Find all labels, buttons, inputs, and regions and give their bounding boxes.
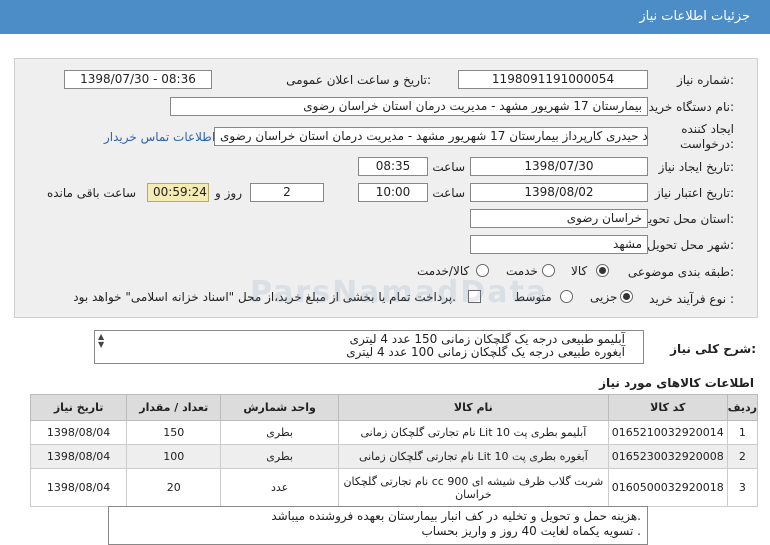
delivery-city-field: مشهد — [470, 235, 648, 254]
announce-datetime-label: تاریخ و ساعت اعلان عمومی: — [286, 73, 431, 87]
category-goods-service-label: کالا/خدمت — [417, 264, 470, 278]
cell-need-date: 1398/08/04 — [29, 468, 128, 507]
table-header-row: ردیف کد کالا نام کالا واحد شمارش تعداد /… — [29, 394, 759, 421]
scroll-arrows-icon[interactable]: ▲ ▼ — [98, 333, 104, 349]
cell-item-name: شربت گلاب ظرف شیشه ای 900 cc نام تجارتی … — [337, 468, 609, 507]
cell-item-code: 0165230032920008 — [607, 444, 728, 469]
requester-label-1: ایجاد کننده — [681, 122, 734, 136]
cell-row-number: 2 — [726, 444, 759, 469]
requester-label-2: درخواست: — [680, 137, 734, 151]
treasury-payment-note: پرداخت تمام یا بخشی از مبلغ خرید،از محل … — [73, 290, 456, 304]
need-date-field: 1398/07/30 — [470, 157, 648, 176]
cell-quantity: 150 — [126, 420, 222, 445]
validity-date-field: 1398/08/02 — [470, 183, 648, 202]
col-row-number: ردیف — [726, 394, 759, 421]
validity-time-field: 10:00 — [358, 183, 428, 202]
treasury-payment-checkbox[interactable] — [468, 290, 481, 303]
cell-unit: عدد — [220, 468, 339, 507]
cell-row-number: 3 — [726, 468, 759, 507]
delivery-province-field: خراسان رضوی — [470, 209, 648, 228]
cell-item-code: 0165210032920014 — [607, 420, 728, 445]
category-label: طبقه بندی موضوعی: — [627, 265, 734, 279]
announce-datetime-field: 1398/07/30 - 08:36 — [64, 70, 212, 89]
category-goods-service-radio[interactable] — [476, 264, 489, 277]
cell-need-date: 1398/08/04 — [29, 420, 128, 445]
need-date-label: تاریخ ایجاد نیاز: — [658, 160, 734, 174]
page-title: جزئیات اطلاعات نیاز — [639, 9, 750, 24]
time-remaining-field: 00:59:24 — [147, 183, 209, 202]
cell-row-number: 1 — [726, 420, 759, 445]
buyer-notes-textarea[interactable]: هزینه حمل و تحویل و تخلیه در کف انبار بی… — [108, 506, 648, 545]
col-item-code: کد کالا — [607, 394, 728, 421]
buyer-contact-link[interactable]: اطلاعات تماس خریدار — [104, 130, 215, 144]
col-need-date: تاریخ نیاز — [29, 394, 128, 421]
validity-date-label: تاریخ اعتبار نیاز: — [654, 186, 734, 200]
process-minor-radio[interactable] — [620, 290, 633, 303]
buyer-org-label: نام دستگاه خریدار: — [639, 100, 735, 114]
cell-quantity: 20 — [126, 468, 222, 507]
buyer-org-field: بیمارستان 17 شهریور مشهد - مدیریت درمان … — [170, 97, 648, 116]
cell-item-code: 0160500032920018 — [607, 468, 728, 507]
cell-quantity: 100 — [126, 444, 222, 469]
category-service-radio[interactable] — [542, 264, 555, 277]
validity-time-label: ساعت — [432, 186, 465, 200]
items-section-title: اطلاعات کالاهای مورد نیاز — [599, 376, 754, 390]
category-goods-label: کالا — [571, 264, 588, 278]
cell-unit: بطری — [220, 420, 339, 445]
purchase-process-label: نوع فرآیند خرید : — [649, 292, 734, 306]
table-row: 3 0160500032920018 شربت گلاب ظرف شیشه ای… — [29, 468, 759, 507]
need-time-label: ساعت — [432, 160, 465, 174]
category-service-label: خدمت — [506, 264, 538, 278]
col-item-name: نام کالا — [337, 394, 609, 421]
col-unit: واحد شمارش — [220, 394, 339, 421]
delivery-province-label: استان محل تحویل: — [639, 212, 734, 226]
delivery-city-label: شهر محل تحویل: — [647, 238, 734, 252]
cell-unit: بطری — [220, 444, 339, 469]
general-desc-line-2: آبغوره طبیعی درجه یک گلچکان زمانی 100 عد… — [346, 345, 625, 359]
page-header: جزئیات اطلاعات نیاز — [0, 0, 770, 34]
day-and-label: روز و — [215, 186, 242, 200]
process-minor-label: جزیی — [590, 290, 618, 304]
general-desc-textarea[interactable]: ▲ ▼ آبلیمو طبیعی درجه یک گلچکان زمانی 150… — [94, 330, 644, 364]
general-desc-label: شرح کلی نیاز: — [670, 342, 756, 356]
category-goods-radio[interactable] — [596, 264, 609, 277]
need-number-label: شماره نیاز: — [676, 73, 734, 87]
need-time-field: 08:35 — [358, 157, 428, 176]
process-medium-label: متوسط — [514, 290, 552, 304]
table-row: 2 0165230032920008 آبغوره بطری پت 10 Lit… — [29, 444, 759, 469]
need-number-field: 1198091191000054 — [458, 70, 648, 89]
cell-need-date: 1398/08/04 — [29, 444, 128, 469]
requester-field: مسعود حیدری کارپرداز بیمارستان 17 شهریور… — [214, 127, 648, 146]
process-medium-radio[interactable] — [560, 290, 573, 303]
table-row: 1 0165210032920014 آبلیمو بطری پت 10 Lit… — [29, 420, 759, 445]
time-remaining-label: ساعت باقی مانده — [46, 186, 136, 200]
col-quantity: تعداد / مقدار — [126, 394, 222, 421]
buyer-notes-line-2: تسویه یکماه لغایت 40 روز و واریز بحساب . — [421, 524, 641, 538]
cell-item-name: آبغوره بطری پت 10 Lit نام تجارتی گلچکان … — [337, 444, 609, 469]
cell-item-name: آبلیمو بطری پت 10 Lit نام تجارتی گلچکان … — [337, 420, 609, 445]
buyer-notes-line-1: هزینه حمل و تحویل و تخلیه در کف انبار بی… — [271, 509, 641, 523]
days-remaining-field: 2 — [250, 183, 324, 202]
items-table: ردیف کد کالا نام کالا واحد شمارش تعداد /… — [29, 394, 759, 507]
